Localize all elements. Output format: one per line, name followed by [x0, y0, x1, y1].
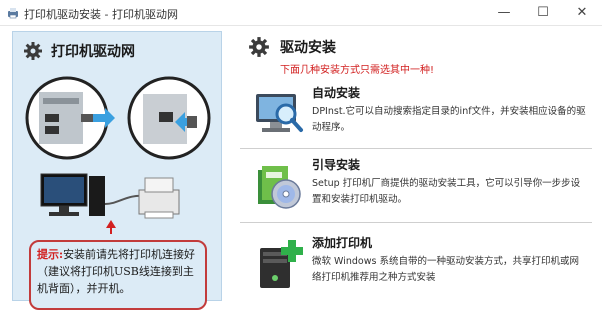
install-tip: 提示:安装前请先将打印机连接好（建议将打印机USB线连接到主机背面），并开机。	[29, 240, 207, 310]
window-title: 打印机驱动安装 - 打印机驱动网	[24, 8, 178, 21]
divider	[240, 222, 592, 223]
option-add-printer[interactable]: 添加打印机 微软 Windows 系统自带的一种驱动安装方式，共享打印机或网络打…	[240, 234, 592, 304]
setup-disc-icon	[258, 166, 301, 209]
option-title: 自动安装	[312, 86, 361, 100]
tip-label: 提示:	[37, 248, 64, 261]
left-info-panel: 打印机驱动网 提示:安装前请先将打印机连接好（建议将打印机USB线连接到主机背面	[12, 31, 222, 310]
divider	[240, 148, 592, 149]
option-description: Setup 打印机厂商提供的驱动安装工具，它可以引导你一步步设置和安装打印机驱动…	[312, 178, 581, 205]
panel-title: 打印机驱动网	[51, 44, 135, 60]
option-guided-install[interactable]: 引导安装 Setup 打印机厂商提供的驱动安装工具，它可以引导你一步步设置和安装…	[240, 156, 592, 226]
gear-icon	[24, 42, 42, 60]
option-title: 添加打印机	[312, 236, 373, 250]
monitor-magnifier-icon	[256, 94, 303, 132]
close-button[interactable]: ✕	[562, 0, 602, 26]
usb-connection-illustration	[25, 76, 211, 234]
option-description: DPInst.它可以自动搜索指定目录的inf文件，并安装相应设备的驱动程序。	[312, 106, 586, 133]
section-subtitle: 下面几种安装方式只需选其中一种!	[280, 65, 435, 76]
option-auto-install[interactable]: 自动安装 DPInst.它可以自动搜索指定目录的inf文件，并安装相应设备的驱动…	[240, 84, 592, 154]
app-icon	[8, 8, 18, 19]
gear-icon	[249, 37, 269, 57]
option-title: 引导安装	[312, 158, 361, 172]
minimize-button[interactable]: —	[484, 0, 524, 26]
maximize-button[interactable]: ☐	[523, 0, 563, 26]
section-title: 驱动安装	[280, 40, 336, 56]
title-bar: 打印机驱动安装 - 打印机驱动网 — ☐ ✕	[0, 0, 602, 26]
option-description: 微软 Windows 系统自带的一种驱动安装方式，共享打印机或网络打印机推荐用之…	[312, 256, 579, 283]
pc-add-icon	[260, 240, 303, 288]
